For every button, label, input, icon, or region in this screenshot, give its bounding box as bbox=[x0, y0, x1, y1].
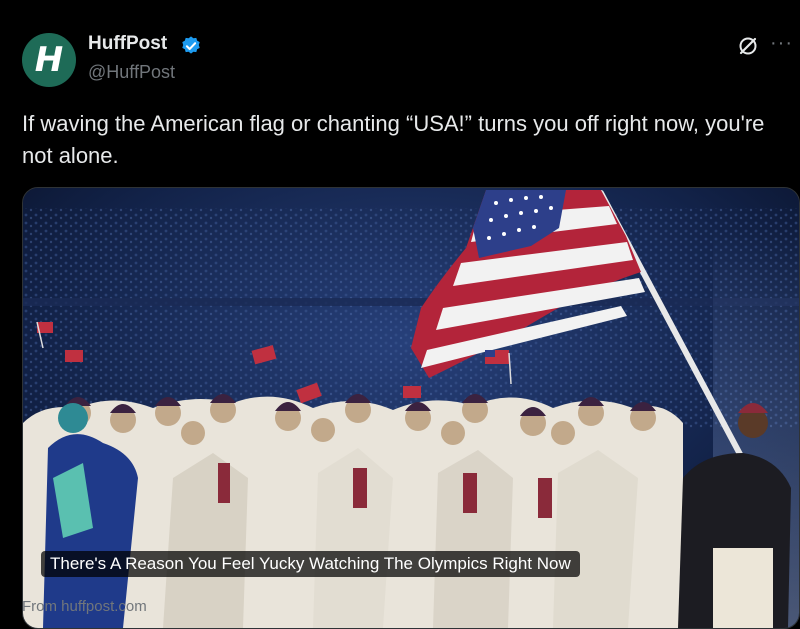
tweet-text: If waving the American flag or chanting … bbox=[22, 111, 765, 168]
author-handle[interactable]: @HuffPost bbox=[88, 62, 175, 83]
card-caption: There's A Reason You Feel Yucky Watching… bbox=[41, 551, 580, 577]
more-icon[interactable]: ··· bbox=[770, 32, 793, 55]
avatar-letter: H bbox=[34, 40, 64, 80]
avatar[interactable]: H bbox=[22, 33, 76, 87]
verified-badge-icon bbox=[182, 36, 200, 54]
link-card[interactable]: There's A Reason You Feel Yucky Watching… bbox=[22, 187, 800, 629]
card-source[interactable]: From huffpost.com bbox=[22, 598, 147, 615]
author-name[interactable]: HuffPost bbox=[88, 33, 167, 55]
grok-icon[interactable] bbox=[736, 34, 760, 58]
